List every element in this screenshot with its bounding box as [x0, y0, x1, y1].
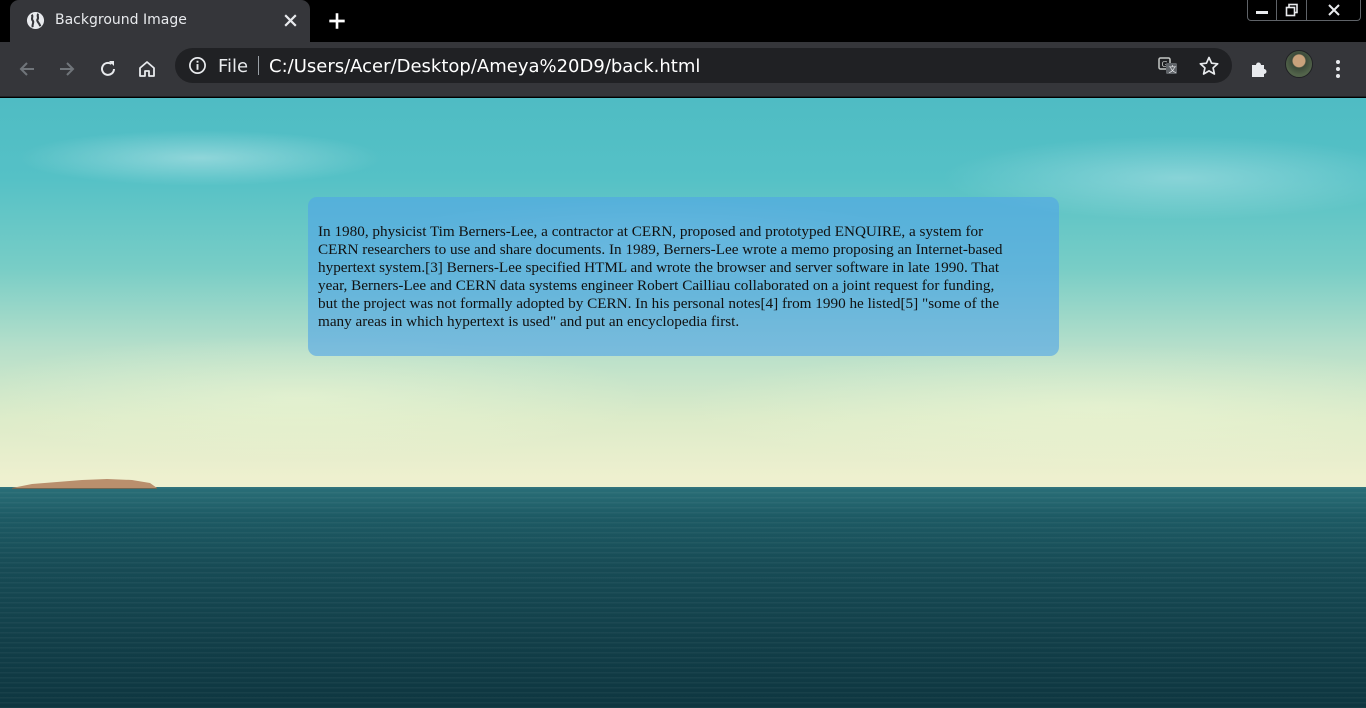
content-card: In 1980, physicist Tim Berners-Lee, a co… [308, 197, 1059, 356]
home-button[interactable] [132, 54, 162, 84]
tab-background-image[interactable]: Background Image [10, 0, 310, 42]
extensions-button[interactable] [1244, 54, 1274, 84]
page-viewport: In 1980, physicist Tim Berners-Lee, a co… [0, 98, 1366, 708]
info-icon[interactable] [188, 56, 207, 75]
star-icon[interactable] [1198, 55, 1220, 77]
plus-icon[interactable] [326, 10, 348, 32]
scheme-label: File [218, 56, 249, 77]
browser-toolbar: File C:/Users/Acer/Desktop/Ameya%20D9/ba… [0, 42, 1366, 97]
window-close-button[interactable] [1307, 0, 1361, 21]
paragraph: In 1980, physicist Tim Berners-Lee, a co… [318, 223, 1003, 330]
minimize-button[interactable] [1247, 0, 1277, 21]
translate-icon[interactable]: G 文 [1157, 55, 1179, 77]
url-text[interactable]: C:/Users/Acer/Desktop/Ameya%20D9/back.ht… [269, 56, 700, 77]
back-button[interactable] [12, 54, 42, 84]
tab-title: Background Image [55, 12, 187, 28]
home-icon [139, 61, 155, 77]
arrow-right-icon [60, 62, 75, 76]
close-icon [1327, 4, 1340, 16]
restore-icon [1285, 3, 1298, 17]
omnibox-divider [258, 56, 259, 75]
island-image [12, 479, 157, 489]
menu-button[interactable] [1323, 54, 1353, 84]
tab-strip: Background Image [0, 0, 1366, 42]
arrow-left-icon [19, 62, 34, 76]
globe-icon [26, 11, 45, 30]
forward-button[interactable] [52, 54, 82, 84]
puzzle-icon [1252, 62, 1267, 77]
kebab-menu-icon [1336, 60, 1340, 78]
avatar[interactable] [1285, 50, 1313, 78]
close-icon[interactable] [282, 12, 299, 29]
reload-icon [101, 61, 115, 76]
restore-button[interactable] [1277, 0, 1307, 21]
address-bar[interactable]: File C:/Users/Acer/Desktop/Ameya%20D9/ba… [175, 48, 1232, 83]
reload-button[interactable] [93, 54, 123, 84]
sea-texture [0, 487, 1366, 708]
minimize-icon [1256, 11, 1268, 14]
svg-text:文: 文 [1169, 64, 1177, 74]
